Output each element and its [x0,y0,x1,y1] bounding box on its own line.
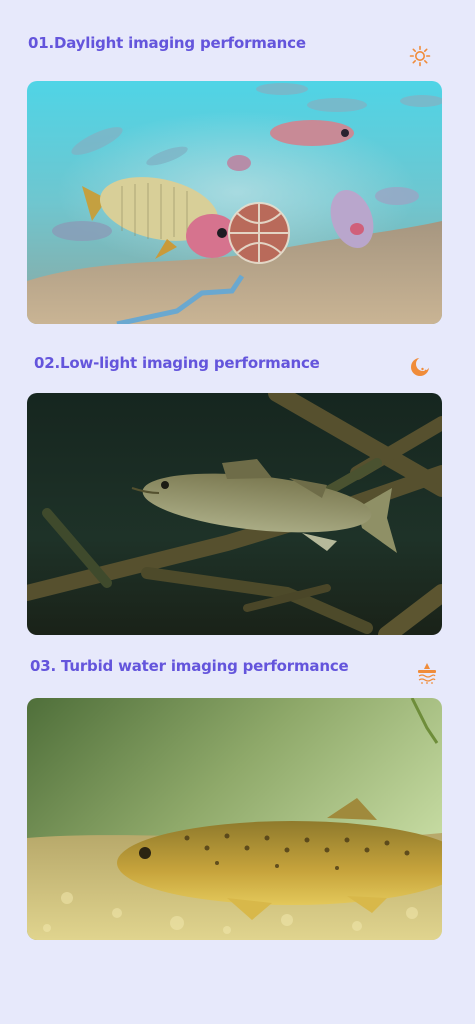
daylight-underwater-carp-photo [27,81,442,324]
section-title-lowlight: 02.Low-light imaging performance [34,354,320,372]
section-title-turbid: 03. Turbid water imaging performance [30,657,349,675]
turbid-water-icon [415,661,439,685]
moon-icon [408,355,432,379]
lowlight-underwater-bass-photo [27,393,442,635]
turbid-underwater-trout-photo [27,698,442,940]
section-title-daylight: 01.Daylight imaging performance [28,34,306,52]
sun-icon [408,44,432,68]
